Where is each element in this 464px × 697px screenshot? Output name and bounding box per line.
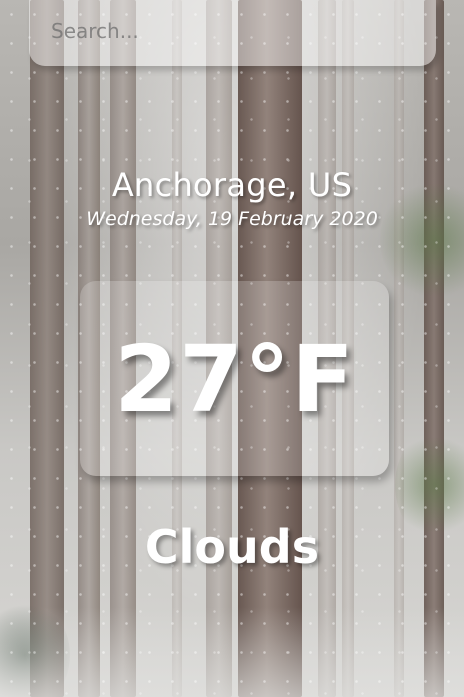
location-box: Anchorage, US Wednesday, 19 February 202… <box>0 166 464 230</box>
search-box <box>29 0 436 66</box>
search-input[interactable] <box>49 18 423 44</box>
weather-condition: Clouds <box>144 520 320 574</box>
current-date: Wednesday, 19 February 2020 <box>86 208 378 230</box>
temperature-box: 27°F <box>80 281 389 476</box>
temperature-value: 27°F <box>114 326 355 433</box>
location-name: Anchorage, US <box>111 166 353 204</box>
